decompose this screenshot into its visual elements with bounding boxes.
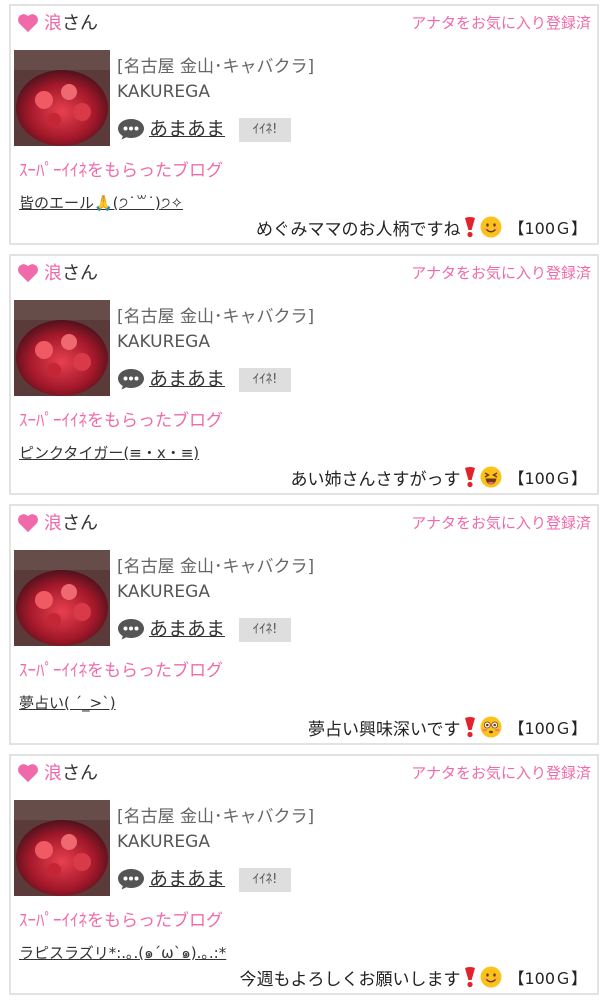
like-button[interactable]: ｲｲﾈ!	[239, 868, 291, 892]
feed-card: 浪さん アナタをお気に入り登録済 [名古屋 金山･キャバクラ] KAKUREGA…	[9, 504, 599, 745]
comment-text: あい姉さんさすがっす	[290, 469, 461, 490]
comment-text: 夢占い興味深いです	[307, 719, 461, 740]
points-label: 【100Ｇ】	[508, 719, 587, 738]
favorite-status: アナタをお気に入り登録済	[411, 264, 591, 282]
points-label: 【100Ｇ】	[508, 969, 587, 988]
cast-name-link[interactable]: あまあま	[149, 866, 225, 892]
like-button[interactable]: ｲｲﾈ!	[239, 118, 291, 142]
feed-card: 浪さん アナタをお気に入り登録済 [名古屋 金山･キャバクラ] KAKUREGA…	[9, 4, 599, 245]
heart-icon	[18, 514, 38, 533]
cast-photo[interactable]	[14, 550, 110, 646]
shop-area: [名古屋 金山･キャバクラ]	[117, 807, 315, 827]
like-button[interactable]: ｲｲﾈ!	[239, 368, 291, 392]
shop-name[interactable]: KAKUREGA	[117, 331, 210, 353]
cast-photo[interactable]	[14, 300, 110, 396]
chat-bubble-icon	[118, 119, 144, 140]
super-like-blog-label: ｽｰﾊﾟｰｲｲﾈをもらったブログ	[19, 911, 223, 931]
cast-photo[interactable]	[14, 800, 110, 896]
laughing-emoji-icon	[480, 466, 502, 488]
shop-area: [名古屋 金山･キャバクラ]	[117, 57, 315, 77]
feed-card: 浪さん アナタをお気に入り登録済 [名古屋 金山･キャバクラ] KAKUREGA…	[9, 254, 599, 495]
shop-area: [名古屋 金山･キャバクラ]	[117, 557, 315, 577]
like-button[interactable]: ｲｲﾈ!	[239, 618, 291, 642]
smile-emoji-icon	[480, 216, 502, 238]
cast-name-link[interactable]: あまあま	[149, 616, 225, 642]
user-name[interactable]: 浪さん	[44, 262, 98, 286]
chat-bubble-icon	[118, 869, 144, 890]
favorite-status: アナタをお気に入り登録済	[411, 14, 591, 32]
heart-icon	[18, 764, 38, 783]
super-like-blog-label: ｽｰﾊﾟｰｲｲﾈをもらったブログ	[19, 161, 223, 181]
cast-photo[interactable]	[14, 50, 110, 146]
super-like-blog-label: ｽｰﾊﾟｰｲｲﾈをもらったブログ	[19, 661, 223, 681]
user-name[interactable]: 浪さん	[44, 762, 98, 786]
cast-name-link[interactable]: あまあま	[149, 116, 225, 142]
blog-title-link[interactable]: ピンクタイガー(≡・x・≡)	[19, 443, 199, 463]
heavy-exclamation-icon	[465, 217, 476, 238]
comment-row: 夢占い興味深いです 【100Ｇ】	[308, 714, 587, 740]
heavy-exclamation-icon	[465, 717, 476, 738]
comment-text: めぐみママのお人柄ですね	[255, 219, 461, 240]
flushed-emoji-icon	[480, 716, 502, 738]
user-name-suffix: さん	[62, 263, 98, 284]
comment-row: めぐみママのお人柄ですね 【100Ｇ】	[256, 214, 587, 240]
user-name-suffix: さん	[62, 763, 98, 784]
chat-bubble-icon	[118, 619, 144, 640]
user-name-suffix: さん	[62, 13, 98, 34]
user-name-accent: 浪	[44, 513, 62, 534]
blog-like-feed: 浪さん アナタをお気に入り登録済 [名古屋 金山･キャバクラ] KAKUREGA…	[0, 0, 608, 1000]
shop-name[interactable]: KAKUREGA	[117, 81, 210, 103]
super-like-blog-label: ｽｰﾊﾟｰｲｲﾈをもらったブログ	[19, 411, 223, 431]
comment-row: 今週もよろしくお願いします 【100Ｇ】	[239, 964, 587, 990]
shop-area: [名古屋 金山･キャバクラ]	[117, 307, 315, 327]
heart-icon	[18, 14, 38, 33]
shop-name[interactable]: KAKUREGA	[117, 831, 210, 853]
shop-name[interactable]: KAKUREGA	[117, 581, 210, 603]
blog-title-link[interactable]: 夢占い( ˊ_>ˋ)	[19, 693, 116, 713]
favorite-status: アナタをお気に入り登録済	[411, 514, 591, 532]
blog-title-link[interactable]: 皆のエール🙏(੭˙꒳˙)੭✧	[19, 193, 183, 213]
user-name-accent: 浪	[44, 263, 62, 284]
points-label: 【100Ｇ】	[508, 469, 587, 488]
chat-bubble-icon	[118, 369, 144, 390]
heart-icon	[18, 264, 38, 283]
user-name-accent: 浪	[44, 763, 62, 784]
comment-row: あい姉さんさすがっす 【100Ｇ】	[290, 464, 587, 490]
user-name-accent: 浪	[44, 13, 62, 34]
comment-text: 今週もよろしくお願いします	[239, 969, 461, 990]
points-label: 【100Ｇ】	[508, 219, 587, 238]
favorite-status: アナタをお気に入り登録済	[411, 764, 591, 782]
blog-title-link[interactable]: ラピスラズリ*:.｡.(๑´ω`๑).｡.:*	[19, 943, 226, 963]
heavy-exclamation-icon	[465, 967, 476, 988]
feed-card: 浪さん アナタをお気に入り登録済 [名古屋 金山･キャバクラ] KAKUREGA…	[9, 754, 599, 995]
user-name[interactable]: 浪さん	[44, 12, 98, 36]
heavy-exclamation-icon	[465, 467, 476, 488]
user-name-suffix: さん	[62, 513, 98, 534]
smile-emoji-icon	[480, 966, 502, 988]
cast-name-link[interactable]: あまあま	[149, 366, 225, 392]
user-name[interactable]: 浪さん	[44, 512, 98, 536]
